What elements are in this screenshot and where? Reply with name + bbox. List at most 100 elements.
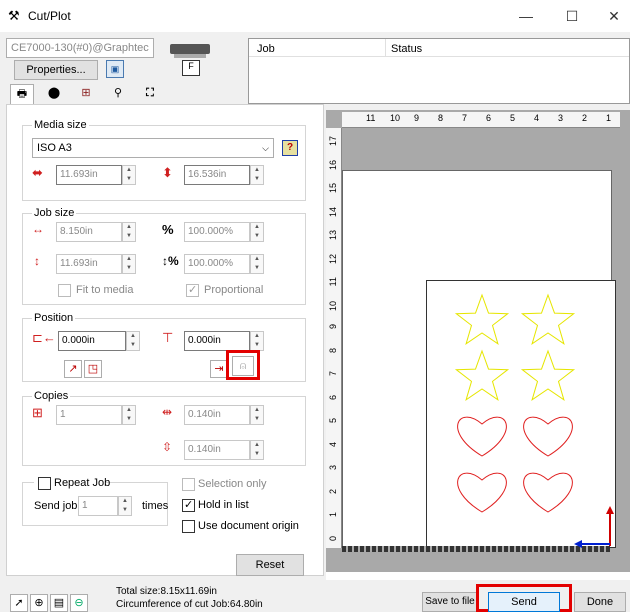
ruler-left-tick: 3 (328, 465, 338, 471)
ruler-left-tick: 14 (328, 206, 338, 217)
star-shape (520, 293, 576, 345)
job-width-field[interactable]: 8.150in (56, 222, 122, 242)
ruler-top-tick: 10 (390, 113, 401, 123)
tab-cutter-icon[interactable]: ⚲ (106, 84, 130, 104)
copies-count-field[interactable]: 1 (56, 405, 122, 425)
scale-y-field[interactable]: 100.000% (184, 254, 250, 274)
save-to-file-button[interactable]: Save to file (422, 592, 478, 612)
ruler-top-tick: 9 (414, 113, 420, 123)
heart-shape (523, 472, 573, 513)
ruler-left-tick: 6 (328, 394, 338, 400)
scale-y-icon: ↕% (162, 254, 179, 268)
device-dropdown[interactable]: CE7000-130(#0)@Graphtec (6, 38, 154, 58)
ruler-left-tick: 5 (328, 418, 338, 424)
media-height-spinner[interactable]: ▲ ▼ (250, 165, 264, 185)
job-column-header[interactable]: Job (257, 43, 275, 55)
ruler-left-tick: 1 (328, 512, 338, 518)
gap-x-spinner[interactable]: ▲ ▼ (250, 405, 264, 425)
send-job-count-field[interactable]: 1 (78, 496, 118, 516)
plotter-icon: F (170, 42, 210, 78)
position-y-field[interactable]: 0.000in (184, 331, 250, 351)
center-origin-icon[interactable]: ⍝ (232, 356, 254, 376)
select-tool-icon[interactable]: ➚ (10, 594, 28, 612)
ruler-top-tick: 7 (462, 113, 468, 123)
tab-marks-icon[interactable]: ⊞ (74, 84, 98, 104)
fit-to-media-checkbox[interactable] (58, 284, 71, 297)
reset-button[interactable]: Reset (236, 554, 304, 576)
job-height-icon: ↕ (34, 254, 40, 268)
position-x-field[interactable]: 0.000in (58, 331, 126, 351)
tab-fullscreen-icon[interactable]: ⛶ (138, 84, 162, 104)
tab-general-icon[interactable]: 🖶 (10, 84, 34, 104)
fit-page-icon[interactable]: ▤ (50, 594, 68, 612)
position-x-spinner[interactable]: ▲ ▼ (126, 331, 140, 351)
proportional-checkbox[interactable] (186, 283, 199, 297)
media-width-spinner[interactable]: ▲ ▼ (122, 165, 136, 185)
gap-y-field[interactable]: 0.140in (184, 440, 250, 460)
maximize-button[interactable]: ☐ (554, 4, 590, 28)
send-job-spinner[interactable]: ▲ ▼ (118, 496, 132, 516)
ruler-top-tick: 2 (582, 113, 588, 123)
ruler-left-tick: 11 (328, 277, 338, 287)
gap-x-field[interactable]: 0.140in (184, 405, 250, 425)
ruler-left-tick: 13 (328, 230, 338, 241)
media-width-field[interactable]: 11.693in (56, 165, 122, 185)
position-y-spinner[interactable]: ▲ ▼ (250, 331, 264, 351)
ruler-left-tick: 8 (328, 347, 338, 353)
gap-x-icon: ⇹ (162, 405, 173, 419)
custom-media-icon[interactable]: ? (282, 140, 298, 156)
scale-x-icon: % (162, 222, 174, 237)
ruler-left-tick: 7 (328, 371, 338, 377)
device-settings-icon[interactable]: ▣ (106, 60, 124, 78)
close-button[interactable]: ✕ (596, 4, 630, 28)
ruler-left-tick: 4 (328, 441, 338, 447)
status-column-header[interactable]: Status (391, 43, 422, 55)
ruler-left-tick: 9 (328, 324, 338, 330)
ruler-left-tick: 2 (328, 488, 338, 494)
proportional-label: Proportional (204, 284, 264, 296)
zoom-out-icon[interactable]: ⊖ (70, 594, 88, 612)
total-size-text: Total size:8.15x11.69in (116, 586, 217, 597)
hold-in-list-checkbox[interactable] (182, 498, 195, 512)
media-height-field[interactable]: 16.536in (184, 165, 250, 185)
use-document-origin-checkbox[interactable] (182, 520, 195, 533)
copies-icon: ⊞ (32, 405, 43, 420)
scale-y-spinner[interactable]: ▲ ▼ (250, 254, 264, 274)
media-height-icon: ⬍ (162, 165, 173, 180)
move-origin-icon[interactable]: ↗ (64, 360, 82, 378)
gap-y-spinner[interactable]: ▲ ▼ (250, 440, 264, 460)
heart-shape (457, 472, 507, 513)
ruler-top-tick: 8 (438, 113, 444, 123)
title-bar: ⚒ Cut/Plot — ☐ ✕ (0, 0, 630, 32)
top-ruler: 11 10 9 8 7 6 5 4 3 2 1 (342, 112, 620, 128)
position-y-icon: ⊤ (162, 330, 174, 345)
gap-y-icon: ⇳ (162, 440, 173, 454)
done-button[interactable]: Done (574, 592, 626, 612)
star-shape (454, 349, 510, 401)
send-button[interactable]: Send (488, 592, 560, 612)
copies-count-spinner[interactable]: ▲ ▼ (122, 405, 136, 425)
tab-tools-icon[interactable]: ⬤ (42, 84, 66, 104)
selection-only-checkbox[interactable] (182, 478, 195, 491)
scale-x-spinner[interactable]: ▲ ▼ (250, 222, 264, 242)
send-job-label: Send job (34, 500, 78, 512)
media-size-dropdown[interactable]: ISO A3 ⌵ (32, 138, 274, 158)
copies-legend: Copies (32, 390, 71, 402)
ruler-left-tick: 15 (328, 183, 338, 194)
star-shape (454, 293, 510, 345)
job-width-spinner[interactable]: ▲ ▼ (122, 222, 136, 242)
use-document-origin-label: Use document origin (198, 520, 299, 532)
reset-origin-icon[interactable]: ◳ (84, 360, 102, 378)
scale-x-field[interactable]: 100.000% (184, 222, 250, 242)
job-height-field[interactable]: 11.693in (56, 254, 122, 274)
minimize-button[interactable]: — (508, 4, 544, 28)
position-x-icon: ⊏← (32, 330, 56, 345)
repeat-job-checkbox[interactable] (38, 477, 51, 490)
properties-button[interactable]: Properties... (14, 60, 98, 80)
job-height-spinner[interactable]: ▲ ▼ (122, 254, 136, 274)
ruler-top-tick: 6 (486, 113, 492, 123)
job-shapes (454, 293, 576, 513)
left-ruler: 17 16 15 14 13 12 11 10 9 8 7 6 5 4 3 2 1 0 (326, 128, 342, 548)
zoom-tool-icon[interactable]: ⊕ (30, 594, 48, 612)
media-width-icon: ⬌ (32, 165, 43, 180)
